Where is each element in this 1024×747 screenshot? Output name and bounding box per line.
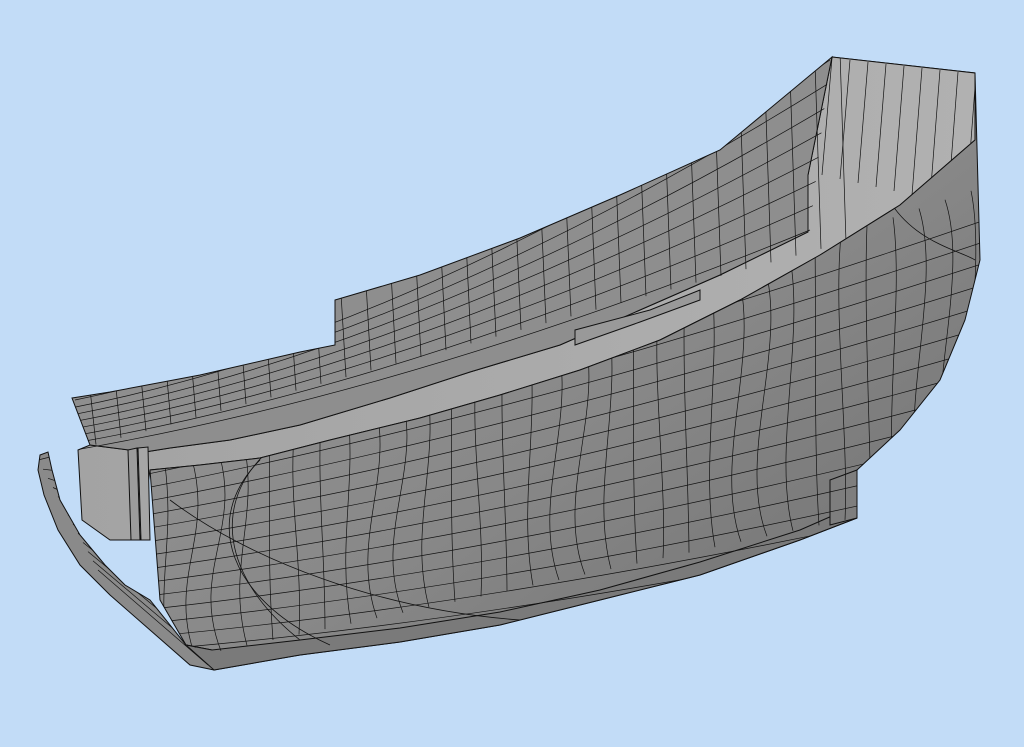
hull-model[interactable] <box>0 0 1024 747</box>
3d-viewport[interactable] <box>0 0 1024 747</box>
hull-stern-post <box>829 469 858 526</box>
